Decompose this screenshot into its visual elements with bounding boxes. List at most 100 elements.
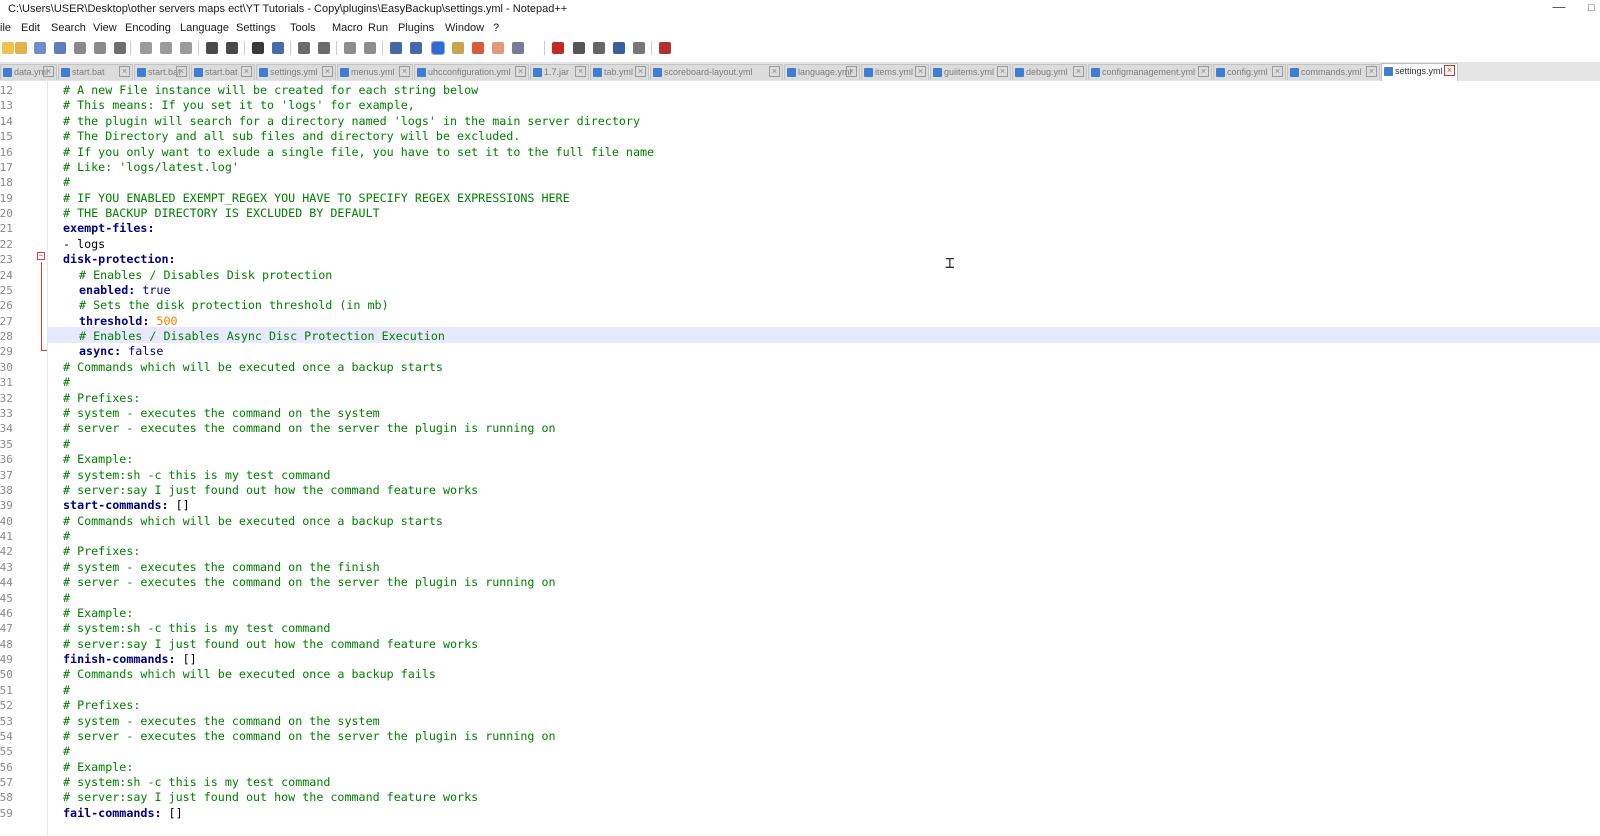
code-line: # Enables / Disables Async Disc Protecti… [79,329,445,344]
editor-area[interactable]: 112 113 114 115 116 117 118 119 120 121 122 123 124 1… [0,81,1600,836]
tab-language-yml[interactable]: language.yml × [784,64,860,80]
tab-scoreboard-layout-yml[interactable]: scoreboard-layout.yml × [650,64,783,80]
tab-start-bat[interactable]: start.bat × [58,64,133,80]
sync-horizontal-icon[interactable] [364,42,376,54]
tab-commands-yml[interactable]: commands.yml × [1287,64,1380,80]
folder-workspace-icon[interactable] [492,42,504,54]
tab-start-bat[interactable]: start.bat × [134,64,190,80]
tab-close-icon[interactable]: × [846,66,857,77]
copy-icon[interactable] [160,42,172,54]
line-number: 143 [0,561,13,574]
tab-close-icon[interactable]: × [1073,66,1084,77]
tab-guiitems-yml[interactable]: guiitems.yml × [930,64,1011,80]
tab-close-icon[interactable]: × [322,66,333,77]
menu-help[interactable]: ? [493,22,499,34]
menu-language[interactable]: Language [180,22,229,34]
menu-search[interactable]: Search [51,22,86,34]
tab-settings-yml[interactable]: settings.yml × [1381,63,1458,81]
tab-close-icon[interactable]: × [176,66,187,77]
menu-run[interactable]: Run [368,22,388,34]
tab-close-icon[interactable]: × [769,66,780,77]
tab-debug-yml[interactable]: debug.yml × [1012,64,1087,80]
paste-icon[interactable] [180,42,192,54]
code-line: # Like: 'logs/latest.log' [63,160,239,175]
close-all-icon[interactable] [94,42,106,54]
tab-settings-yml[interactable]: settings.yml × [256,64,336,80]
tab-1-7-jar[interactable]: 1.7.jar × [530,64,589,80]
fold-range-line [41,262,42,351]
find-icon[interactable] [252,42,264,54]
doc-map-icon[interactable] [452,42,464,54]
tab-start-bat[interactable]: start.bat × [191,64,255,80]
toolbar-separator [130,41,131,55]
minimize-button[interactable]: — [1548,0,1570,18]
cut-icon[interactable] [140,42,152,54]
tab-uhcconfiguration-yml[interactable]: uhcconfiguration.yml × [414,64,529,80]
line-number: 144 [0,576,13,589]
line-number: 112 [0,84,13,97]
tab-config-yml[interactable]: config.yml × [1213,64,1286,80]
menu-ile[interactable]: ile [0,22,11,34]
stop-macro-icon[interactable] [573,42,585,54]
tab-close-icon[interactable]: × [1444,65,1455,76]
menu-view[interactable]: View [93,22,117,34]
record-macro-icon[interactable] [552,42,564,54]
maximize-button[interactable]: □ [1588,2,1600,16]
tab-close-icon[interactable]: × [575,66,586,77]
tab-close-icon[interactable]: × [43,66,54,77]
tab-close-icon[interactable]: × [997,66,1008,77]
function-list-icon[interactable] [472,42,484,54]
run-macro-multiple-icon[interactable] [613,42,625,54]
tab-close-icon[interactable]: × [915,66,926,77]
menu-edit[interactable]: Edit [21,22,40,34]
show-all-chars-icon[interactable] [410,42,422,54]
open-icon[interactable] [15,42,27,54]
fold-margin[interactable] [36,81,48,836]
code-token: # Prefixes: [63,698,141,712]
save-all-icon[interactable] [54,42,66,54]
tab-bar: data.yml × start.bat × start.bat × start.bat × s… [0,62,1600,82]
tab-close-icon[interactable]: × [119,66,130,77]
tab-items-yml[interactable]: items.yml × [861,64,929,80]
tab-close-icon[interactable]: × [399,66,410,77]
indent-guide-icon[interactable] [431,41,445,55]
menu-tools[interactable]: Tools [290,22,316,34]
tab-label: tab.yml [604,67,634,77]
fold-collapse-icon[interactable]: − [37,252,45,260]
print-icon[interactable] [114,42,126,54]
tab-close-icon[interactable]: × [635,66,646,77]
tab-menus-yml[interactable]: menus.yml × [337,64,413,80]
zoom-out-icon[interactable] [318,42,330,54]
word-wrap-icon[interactable] [390,42,402,54]
tab-tab-yml[interactable]: tab.yml × [590,64,649,80]
tab-close-icon[interactable]: × [1198,66,1209,77]
tab-data-yml[interactable]: data.yml × [0,64,57,80]
menu-encoding[interactable]: Encoding [125,22,171,34]
zoom-in-icon[interactable] [298,42,310,54]
sync-vertical-icon[interactable] [344,42,356,54]
code-line: # A new File instance will be created fo… [63,83,478,98]
spellcheck-icon[interactable] [659,42,671,54]
code-token: false [121,344,164,358]
play-macro-icon[interactable] [593,42,605,54]
undo-icon[interactable] [206,42,218,54]
line-number: 124 [0,269,13,282]
menu-plugins[interactable]: Plugins [398,22,434,34]
tab-close-icon[interactable]: × [515,66,526,77]
menu-window[interactable]: Window [445,22,484,34]
tab-close-icon[interactable]: × [1272,66,1283,77]
save-macro-icon[interactable] [633,42,645,54]
new-file-icon[interactable] [2,42,14,54]
menu-settings[interactable]: Settings [236,22,276,34]
tab-configmanagement-yml[interactable]: configmanagement.yml × [1088,64,1212,80]
code-token: # the plugin will search for a directory… [63,114,640,128]
save-icon[interactable] [34,42,46,54]
redo-icon[interactable] [226,42,238,54]
toolbar-separator [651,41,652,55]
close-icon[interactable] [74,42,86,54]
menu-macro[interactable]: Macro [332,22,363,34]
tab-close-icon[interactable]: × [1366,66,1377,77]
replace-icon[interactable] [272,42,284,54]
tab-close-icon[interactable]: × [241,66,252,77]
monitor-icon[interactable] [512,42,524,54]
